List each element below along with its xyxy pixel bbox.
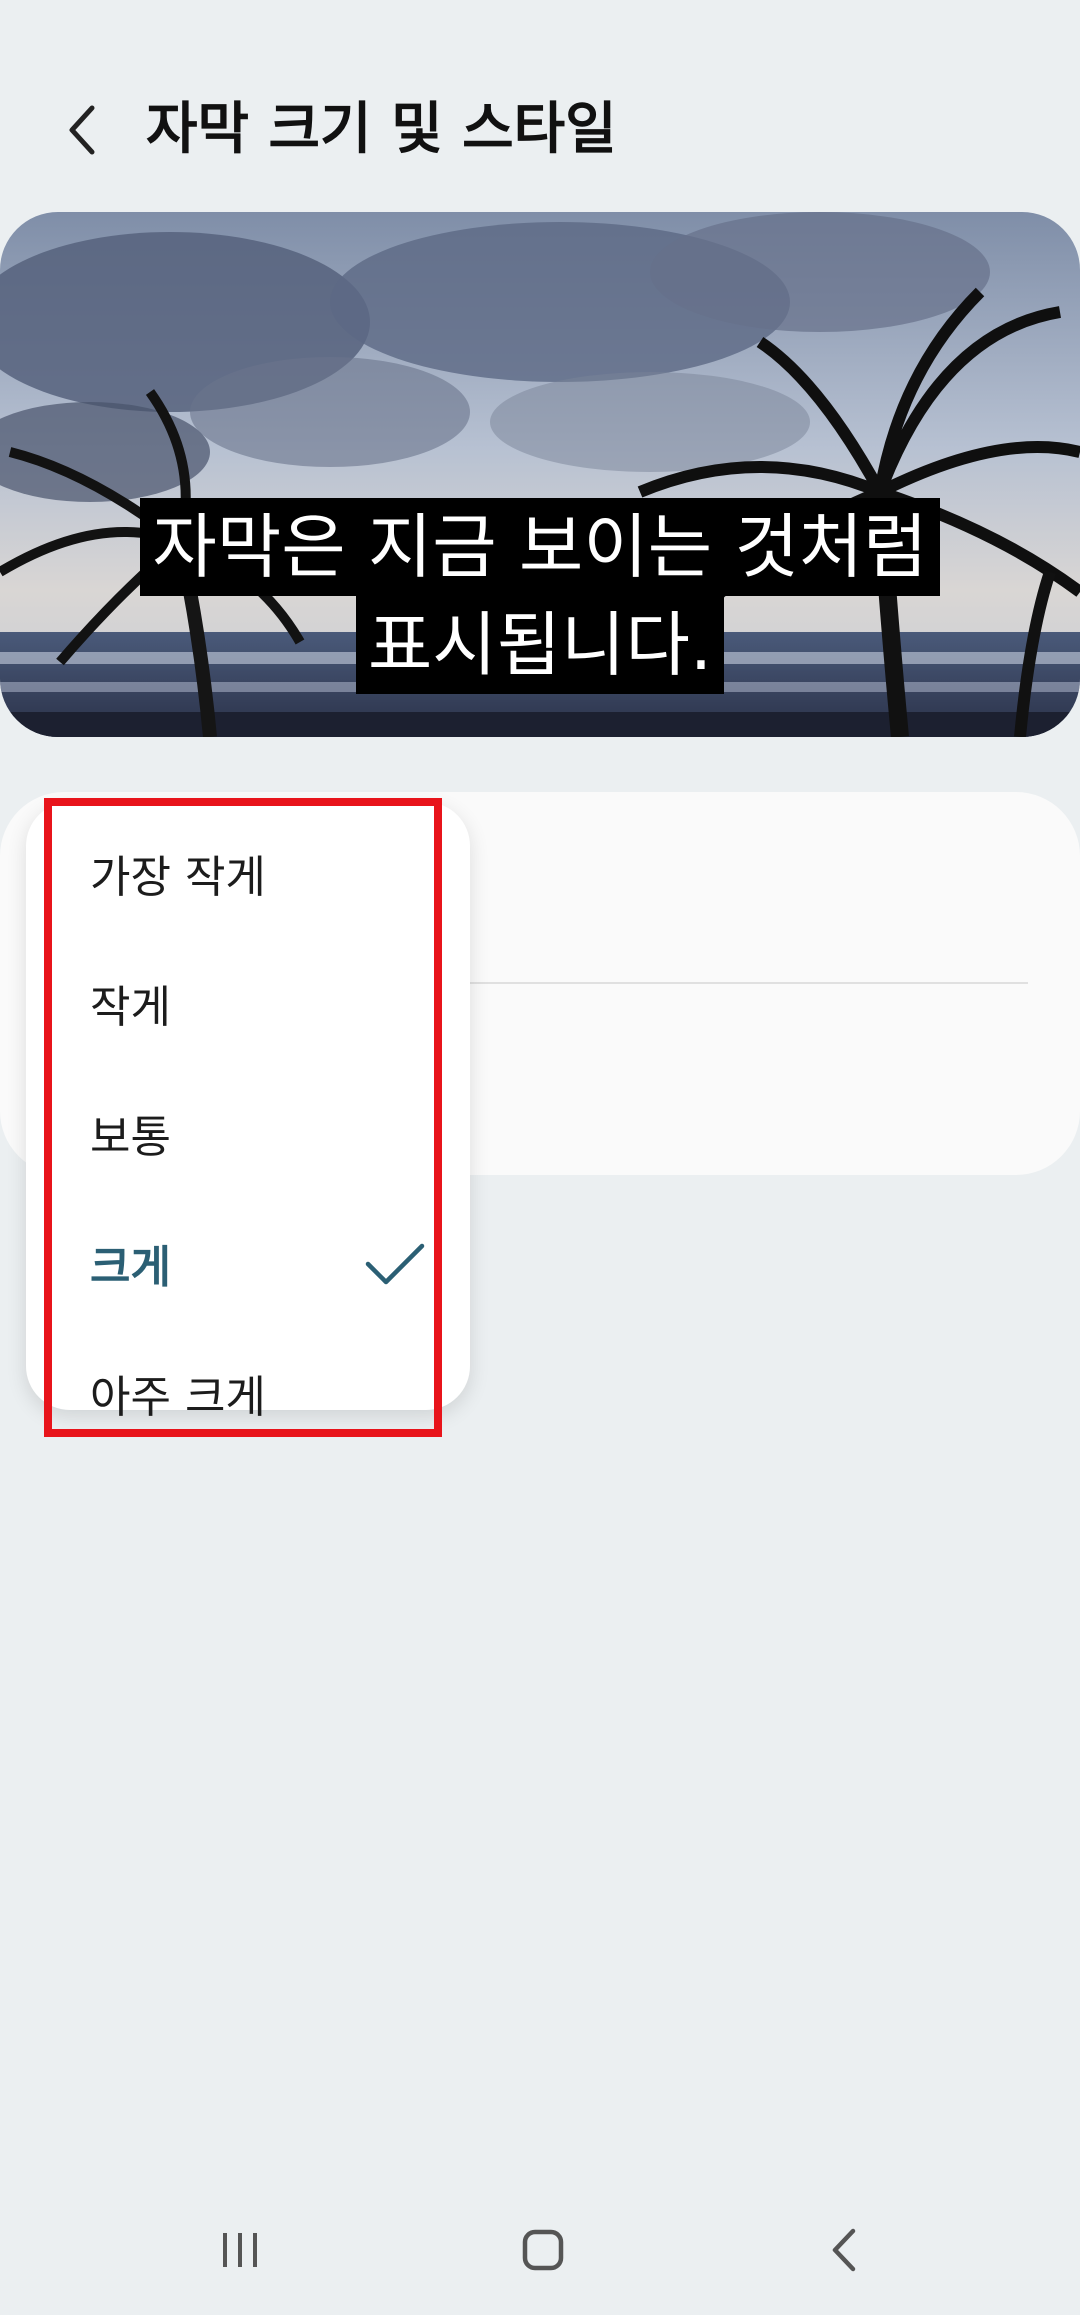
divider	[470, 982, 1028, 984]
caption-preview: 자막은 지금 보이는 것처럼 표시됩니다.	[0, 212, 1080, 737]
page-title: 자막 크기 및 스타일	[146, 97, 617, 162]
chevron-left-icon	[69, 105, 95, 155]
back-icon	[832, 2228, 856, 2272]
home-icon	[522, 2229, 564, 2271]
back-button[interactable]	[52, 92, 112, 168]
home-button[interactable]	[493, 2210, 593, 2290]
highlight-box	[44, 798, 442, 1437]
caption-line: 자막은 지금 보이는 것처럼	[140, 498, 940, 596]
recents-button[interactable]	[190, 2210, 290, 2290]
system-nav-bar	[0, 2180, 1080, 2315]
recents-icon	[223, 2233, 257, 2267]
caption-line: 표시됩니다.	[355, 596, 725, 694]
caption-sample: 자막은 지금 보이는 것처럼 표시됩니다.	[0, 498, 1080, 694]
nav-back-button[interactable]	[795, 2210, 895, 2290]
app-header: 자막 크기 및 스타일	[0, 0, 1080, 200]
